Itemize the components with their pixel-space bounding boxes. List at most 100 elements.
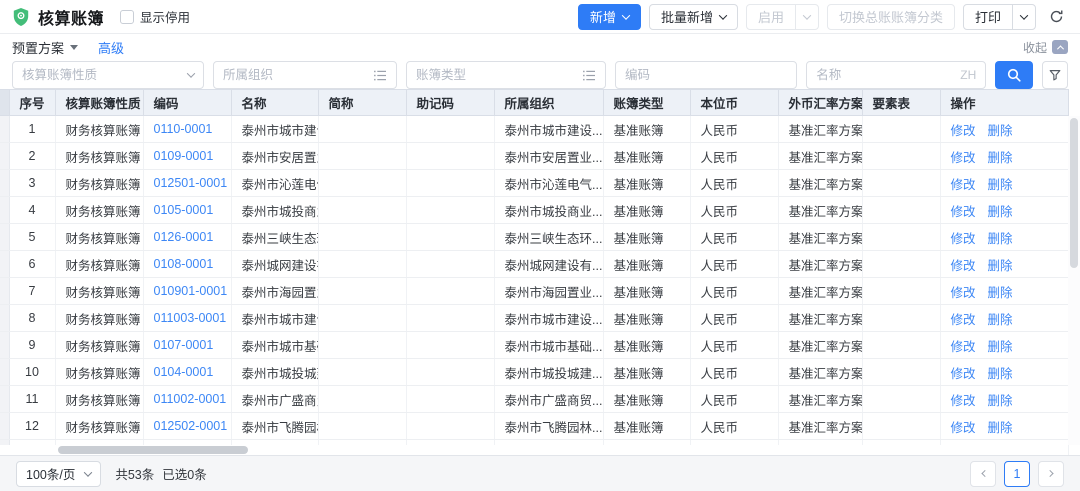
column-header-mnemonic[interactable]: 助记码 [406, 90, 494, 116]
add-button[interactable]: 新增 [578, 4, 641, 30]
edit-link[interactable]: 修改 [951, 124, 976, 138]
column-header-actions[interactable]: 操作 [940, 90, 1068, 116]
edit-link[interactable]: 修改 [951, 259, 976, 273]
name-field[interactable]: ZH [806, 61, 986, 89]
table-row[interactable]: 2财务核算账簿0109-0001泰州市安居置业...泰州市安居置业...基准账簿… [0, 143, 1068, 170]
book-code-link[interactable]: 011003-0001 [154, 311, 227, 325]
cell-index: 2 [9, 143, 55, 170]
horizontal-scrollbar-thumb[interactable] [58, 446, 248, 454]
book-type-input[interactable] [416, 68, 577, 82]
book-code-link[interactable]: 0110-0001 [154, 122, 213, 136]
delete-link[interactable]: 删除 [988, 151, 1013, 165]
delete-link[interactable]: 删除 [988, 394, 1013, 408]
table-row[interactable]: 3财务核算账簿012501-0001泰州市沁莲电气...泰州市沁莲电气...基准… [0, 170, 1068, 197]
code-field[interactable] [615, 61, 797, 89]
horizontal-scrollbar[interactable] [0, 445, 1068, 455]
book-nature-input[interactable] [22, 68, 182, 82]
edit-link[interactable]: 修改 [951, 232, 976, 246]
table-row[interactable]: 4财务核算账簿0105-0001泰州市城投商业...泰州市城投商业...基准账簿… [0, 197, 1068, 224]
owning-org-input[interactable] [223, 68, 368, 82]
list-picker-icon[interactable] [374, 70, 387, 81]
switch-ledger-category-button[interactable]: 切换总账账簿分类 [827, 4, 955, 30]
book-code-link[interactable]: 0108-0001 [154, 257, 214, 271]
book-nature-select[interactable] [12, 61, 204, 89]
print-dropdown-button[interactable] [1012, 5, 1035, 29]
search-button[interactable] [995, 61, 1033, 89]
column-header-book_type[interactable]: 账簿类型 [603, 90, 690, 116]
filter-funnel-button[interactable] [1042, 61, 1068, 89]
delete-link[interactable]: 删除 [988, 178, 1013, 192]
show-disabled-checkbox[interactable] [120, 10, 134, 24]
chevron-up-icon [1056, 45, 1063, 52]
column-header-element_table[interactable]: 要素表 [862, 90, 940, 116]
book-code-link[interactable]: 0104-0001 [154, 365, 214, 379]
current-page-button[interactable]: 1 [1004, 461, 1030, 487]
edit-link[interactable]: 修改 [951, 421, 976, 435]
book-code-link[interactable]: 0105-0001 [154, 203, 214, 217]
enable-button[interactable]: 启用 [747, 5, 795, 29]
book-code-link[interactable]: 012501-0001 [154, 176, 228, 190]
column-header-org[interactable]: 所属组织 [494, 90, 603, 116]
prev-page-button[interactable] [970, 461, 996, 487]
column-header-index[interactable]: 序号 [9, 90, 55, 116]
book-type-field[interactable] [406, 61, 606, 89]
page-size-select[interactable]: 100条/页 [16, 461, 101, 487]
edit-link[interactable]: 修改 [951, 367, 976, 381]
column-header-base_currency[interactable]: 本位币 [690, 90, 778, 116]
edit-link[interactable]: 修改 [951, 286, 976, 300]
list-picker-icon[interactable] [583, 70, 596, 81]
table-row[interactable]: 9财务核算账簿0107-0001泰州市城市基础...泰州市城市基础...基准账簿… [0, 332, 1068, 359]
book-code-link[interactable]: 010901-0001 [154, 284, 228, 298]
table-row[interactable]: 5财务核算账簿0126-0001泰州三峡生态环...泰州三峡生态环...基准账簿… [0, 224, 1068, 251]
book-code-link[interactable]: 0107-0001 [154, 338, 214, 352]
delete-link[interactable]: 删除 [988, 313, 1013, 327]
batch-add-button[interactable]: 批量新增 [649, 4, 738, 30]
book-code-link[interactable]: 012502-0001 [154, 419, 228, 433]
table-row[interactable]: 8财务核算账簿011003-0001泰州市城市建设...泰州市城市建设...基准… [0, 305, 1068, 332]
edit-link[interactable]: 修改 [951, 151, 976, 165]
book-code-link[interactable]: 0109-0001 [154, 149, 214, 163]
collapse-box[interactable] [1052, 40, 1068, 54]
edit-link[interactable]: 修改 [951, 340, 976, 354]
book-code-link[interactable]: 0126-0001 [154, 230, 214, 244]
delete-link[interactable]: 删除 [988, 124, 1013, 138]
enable-dropdown-button[interactable] [795, 5, 818, 29]
vertical-scrollbar-thumb[interactable] [1070, 118, 1078, 268]
table-row[interactable]: 7财务核算账簿010901-0001泰州市海园置业...泰州市海园置业...基准… [0, 278, 1068, 305]
column-header-name[interactable]: 名称 [231, 90, 318, 116]
delete-link[interactable]: 删除 [988, 205, 1013, 219]
table-row[interactable]: 11财务核算账簿011002-0001泰州市广盛商贸...泰州市广盛商贸...基… [0, 386, 1068, 413]
table-row[interactable]: 6财务核算账簿0108-0001泰州城网建设有...泰州城网建设有...基准账簿… [0, 251, 1068, 278]
edit-link[interactable]: 修改 [951, 394, 976, 408]
table-row[interactable]: 12财务核算账簿012502-0001泰州市飞腾园林...泰州市飞腾园林...基… [0, 413, 1068, 440]
delete-link[interactable]: 删除 [988, 340, 1013, 354]
code-input[interactable] [625, 68, 787, 82]
edit-link[interactable]: 修改 [951, 178, 976, 192]
next-page-button[interactable] [1038, 461, 1064, 487]
delete-link[interactable]: 删除 [988, 259, 1013, 273]
delete-link[interactable]: 删除 [988, 286, 1013, 300]
print-button[interactable]: 打印 [964, 5, 1012, 29]
edit-link[interactable]: 修改 [951, 313, 976, 327]
refresh-button[interactable] [1044, 4, 1068, 30]
owning-org-field[interactable] [213, 61, 397, 89]
cell-code: 0107-0001 [143, 332, 231, 359]
delete-link[interactable]: 删除 [988, 232, 1013, 246]
collapse-filter-control[interactable]: 收起 [1023, 39, 1068, 56]
edit-link[interactable]: 修改 [951, 205, 976, 219]
delete-link[interactable]: 删除 [988, 421, 1013, 435]
vertical-scrollbar[interactable] [1068, 116, 1080, 445]
table-row[interactable]: 10财务核算账簿0104-0001泰州市城投城建...泰州市城投城建...基准账… [0, 359, 1068, 386]
column-header-short_name[interactable]: 简称 [318, 90, 406, 116]
column-header-code[interactable]: 编码 [143, 90, 231, 116]
row-handle-cell [0, 332, 9, 359]
toolbar: 新增 批量新增 启用 切换总账账簿分类 打印 [578, 4, 1068, 30]
column-header-rate_plan[interactable]: 外币汇率方案 [778, 90, 862, 116]
column-header-nature[interactable]: 核算账簿性质 [55, 90, 143, 116]
delete-link[interactable]: 删除 [988, 367, 1013, 381]
preset-scheme-dropdown[interactable]: 预置方案 [12, 38, 78, 57]
name-input[interactable] [816, 68, 954, 82]
book-code-link[interactable]: 011002-0001 [154, 392, 227, 406]
table-row[interactable]: 1财务核算账簿0110-0001泰州市城市建设...泰州市城市建设...基准账簿… [0, 116, 1068, 143]
advanced-filter-link[interactable]: 高级 [98, 38, 124, 57]
